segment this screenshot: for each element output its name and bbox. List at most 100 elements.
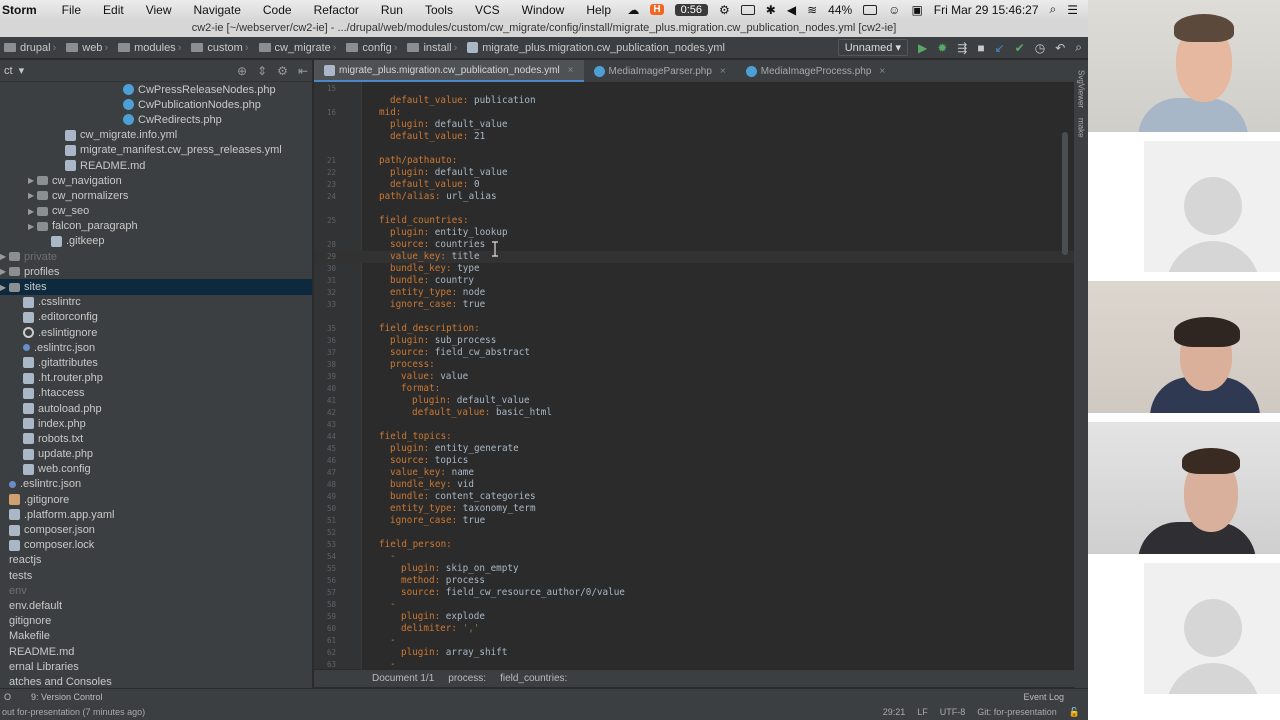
code-line[interactable]: 25 field_countries:: [314, 215, 1074, 227]
code-line[interactable]: 36 plugin: sub_process: [314, 335, 1074, 347]
tree-item[interactable]: .editorconfig: [0, 310, 312, 325]
expand-arrow-icon[interactable]: ▶: [0, 283, 9, 292]
lock-icon[interactable]: 🔓: [1069, 707, 1080, 718]
tree-item[interactable]: README.md: [0, 644, 312, 659]
tree-item[interactable]: env.default: [0, 598, 312, 613]
tree-item[interactable]: CwPublicationNodes.php: [0, 97, 312, 112]
code-line[interactable]: 48 bundle_key: vid: [314, 479, 1074, 491]
tree-item[interactable]: .eslintrc.json: [0, 477, 312, 492]
user-icon[interactable]: ☺: [888, 3, 900, 17]
hide-icon[interactable]: ⇤: [298, 64, 308, 78]
code-line[interactable]: 40 format:: [314, 383, 1074, 395]
tree-item[interactable]: tests: [0, 568, 312, 583]
project-view-label[interactable]: ct: [4, 65, 13, 77]
expand-arrow-icon[interactable]: ▶: [0, 252, 9, 261]
revert-icon[interactable]: ↶: [1055, 41, 1065, 55]
participant-video-1[interactable]: [1088, 0, 1280, 132]
clock[interactable]: Fri Mar 29 15:46:27: [934, 3, 1039, 17]
expand-arrow-icon[interactable]: ▶: [0, 267, 9, 276]
code-line[interactable]: 44 field_topics:: [314, 431, 1074, 443]
tree-item[interactable]: .ht.router.php: [0, 371, 312, 386]
menu-tools[interactable]: Tools: [414, 3, 464, 17]
code-line[interactable]: plugin: entity_lookup: [314, 227, 1074, 239]
recording-badge[interactable]: H: [650, 4, 664, 15]
code-line[interactable]: 60 delimiter: ',': [314, 623, 1074, 635]
code-line[interactable]: 29 value_key: title: [314, 251, 1074, 263]
code-line[interactable]: 59 plugin: explode: [314, 611, 1074, 623]
display-icon[interactable]: [740, 4, 755, 15]
participant-video-2[interactable]: [1088, 281, 1280, 413]
code-line[interactable]: 62 plugin: array_shift: [314, 647, 1074, 659]
code-line[interactable]: default_value: 21: [314, 131, 1074, 143]
make-tab[interactable]: make: [1077, 118, 1086, 138]
breadcrumb-file[interactable]: migrate_plus.migration.cw_publication_no…: [463, 42, 729, 54]
run-config-select[interactable]: Unnamed ▾: [837, 39, 908, 56]
code-line[interactable]: 41 plugin: default_value: [314, 395, 1074, 407]
volume-icon[interactable]: ◀: [787, 3, 796, 17]
menu-code[interactable]: Code: [252, 3, 303, 17]
expand-arrow-icon[interactable]: ▶: [28, 176, 37, 185]
app-menu[interactable]: Storm: [0, 3, 51, 17]
code-lines[interactable]: 15 default_value: publication 16 mid: plugin…: [314, 83, 1074, 669]
code-line[interactable]: 53 field_person:: [314, 539, 1074, 551]
code-line[interactable]: 37 source: field_cw_abstract: [314, 347, 1074, 359]
expand-arrow-icon[interactable]: ▶: [28, 222, 37, 231]
yaml-crumb-process[interactable]: process:: [448, 673, 486, 684]
tab-migrate-yml[interactable]: migrate_plus.migration.cw_publication_no…: [314, 60, 584, 82]
tree-item[interactable]: robots.txt: [0, 431, 312, 446]
menu-edit[interactable]: Edit: [92, 3, 135, 17]
editor-scrollbar[interactable]: [1062, 132, 1068, 255]
tab-media-image-process[interactable]: MediaImageProcess.php ×: [736, 60, 895, 82]
participant-avatar-1[interactable]: [1144, 141, 1280, 272]
tree-item[interactable]: CwRedirects.php: [0, 112, 312, 127]
menu-file[interactable]: File: [51, 3, 92, 17]
vcs-commit-icon[interactable]: ✔: [1015, 41, 1025, 55]
collapse-icon[interactable]: ⇕: [257, 64, 267, 78]
code-line[interactable]: 28 source: countries: [314, 239, 1074, 251]
code-line[interactable]: 42 default_value: basic_html: [314, 407, 1074, 419]
code-line[interactable]: plugin: default_value: [314, 119, 1074, 131]
caret-position[interactable]: 29:21: [883, 707, 906, 718]
version-control-tab[interactable]: 9: Version Control: [31, 692, 103, 702]
tree-item[interactable]: README.md: [0, 158, 312, 173]
search-everywhere-icon[interactable]: ⌕: [1075, 40, 1082, 55]
code-line[interactable]: 31 bundle: country: [314, 275, 1074, 287]
code-editor[interactable]: 15 default_value: publication 16 mid: plugin…: [314, 82, 1074, 669]
code-line[interactable]: 33 ignore_case: true: [314, 299, 1074, 311]
code-line[interactable]: 51 ignore_case: true: [314, 515, 1074, 527]
tree-item[interactable]: cw_migrate.info.yml: [0, 128, 312, 143]
code-line[interactable]: 54 -: [314, 551, 1074, 563]
menu-help[interactable]: Help: [575, 3, 622, 17]
close-icon[interactable]: ×: [720, 66, 726, 77]
tree-item[interactable]: .eslintignore: [0, 325, 312, 340]
coverage-icon[interactable]: ⇶: [957, 41, 967, 55]
tree-item[interactable]: .eslintrc.json: [0, 340, 312, 355]
vcs-update-icon[interactable]: ↙: [995, 41, 1005, 55]
code-line[interactable]: [314, 203, 1074, 215]
close-icon[interactable]: ×: [568, 65, 574, 76]
tree-item[interactable]: .csslintrc: [0, 295, 312, 310]
code-line[interactable]: 39 value: value: [314, 371, 1074, 383]
code-line[interactable]: 56 method: process: [314, 575, 1074, 587]
participant-avatar-2[interactable]: [1144, 563, 1280, 694]
tree-item[interactable]: ▶ cw_seo: [0, 204, 312, 219]
code-line[interactable]: 61 -: [314, 635, 1074, 647]
tree-item[interactable]: update.php: [0, 447, 312, 462]
tree-item[interactable]: ▶ sites: [0, 279, 312, 295]
tab-media-image-parser[interactable]: MediaImageParser.php ×: [584, 60, 736, 82]
expand-arrow-icon[interactable]: ▶: [28, 207, 37, 216]
breadcrumb-cw-migrate[interactable]: cw_migrate ›: [255, 42, 343, 54]
code-line[interactable]: 45 plugin: entity_generate: [314, 443, 1074, 455]
code-line[interactable]: 23 default_value: 0: [314, 179, 1074, 191]
yaml-crumb-field-countries[interactable]: field_countries:: [500, 673, 567, 684]
git-branch[interactable]: Git: for-presentation: [977, 707, 1057, 718]
code-line[interactable]: 46 source: topics: [314, 455, 1074, 467]
breadcrumb-web[interactable]: web ›: [62, 42, 114, 54]
tree-item[interactable]: .gitattributes: [0, 355, 312, 370]
code-line[interactable]: 15: [314, 83, 1074, 95]
event-log-tab[interactable]: Event Log: [1023, 692, 1088, 702]
tree-item[interactable]: migrate_manifest.cw_press_releases.yml: [0, 143, 312, 158]
wifi-icon[interactable]: ≋: [807, 3, 817, 17]
spotlight-search-icon[interactable]: ⌕: [1050, 2, 1057, 17]
menu-window[interactable]: Window: [511, 3, 576, 17]
